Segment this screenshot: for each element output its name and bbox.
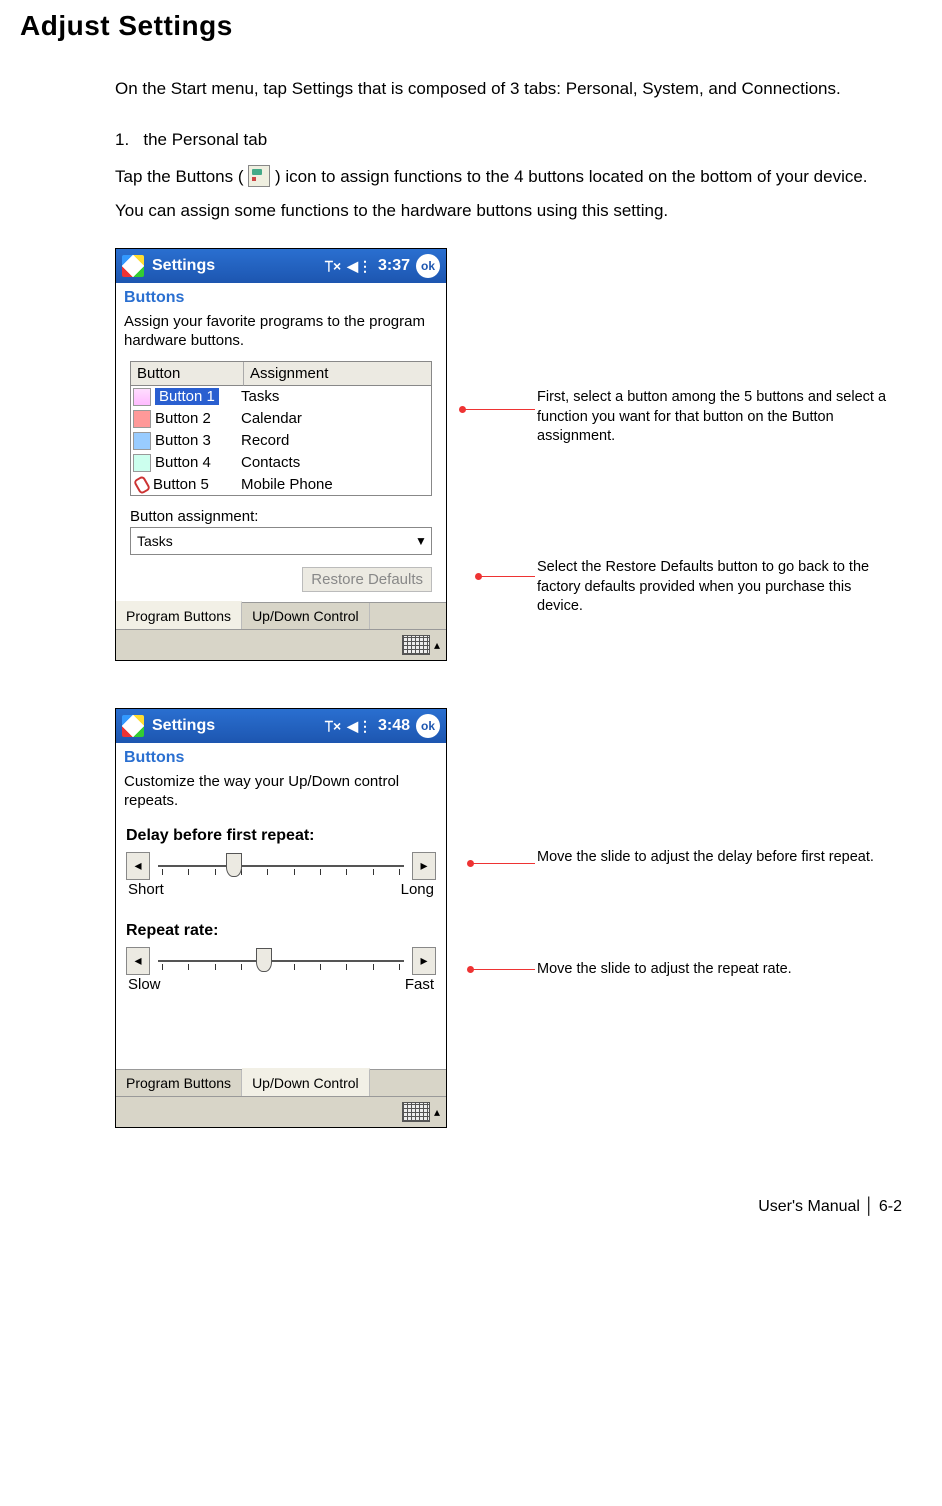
assignment-value: Contacts xyxy=(235,452,431,473)
window-title: Settings xyxy=(152,717,215,735)
signal-icon: ⟙× xyxy=(325,718,341,735)
phone-icon xyxy=(133,476,149,492)
button-name: Button 4 xyxy=(155,454,211,471)
slider-thumb[interactable] xyxy=(226,853,242,877)
screen-description: Assign your favorite programs to the pro… xyxy=(116,311,446,357)
buttons-paragraph: Tap the Buttons ( ) icon to assign funct… xyxy=(115,160,882,228)
title-bar: Settings ⟙× ◀⋮ 3:37 ok xyxy=(116,249,446,283)
slider-left-button[interactable]: ◂ xyxy=(126,947,150,975)
button-name: Button 5 xyxy=(153,476,209,493)
rate-slider[interactable] xyxy=(156,946,406,976)
table-row[interactable]: Button 5 Mobile Phone xyxy=(131,474,431,495)
ok-button[interactable]: ok xyxy=(416,254,440,278)
button-table: Button Assignment Button 1 Tasks Button … xyxy=(130,361,432,496)
intro-paragraph: On the Start menu, tap Settings that is … xyxy=(115,72,882,106)
callout-line xyxy=(471,863,535,864)
assignment-label: Button assignment: xyxy=(116,500,446,527)
delay-min-label: Short xyxy=(128,881,164,898)
callout-select-button: First, select a button among the 5 butto… xyxy=(537,388,892,447)
dropdown-value: Tasks xyxy=(131,533,411,549)
callout-line xyxy=(471,969,535,970)
window-title: Settings xyxy=(152,257,215,275)
contacts-icon xyxy=(133,454,151,472)
screen-description: Customize the way your Up/Down control r… xyxy=(116,771,446,817)
clock: 3:37 xyxy=(378,257,410,275)
slider-right-button[interactable]: ▸ xyxy=(412,947,436,975)
up-caret-icon[interactable]: ▴ xyxy=(434,1105,440,1119)
clock: 3:48 xyxy=(378,717,410,735)
tab-bar: Program Buttons Up/Down Control xyxy=(116,1069,446,1096)
screen-subtitle: Buttons xyxy=(116,283,446,311)
slider-thumb[interactable] xyxy=(256,948,272,972)
calendar-icon xyxy=(133,410,151,428)
record-icon xyxy=(133,432,151,450)
signal-icon: ⟙× xyxy=(325,258,341,275)
callout-delay-slider: Move the slide to adjust the delay befor… xyxy=(537,848,892,868)
volume-icon[interactable]: ◀⋮ xyxy=(347,718,372,735)
page-heading: Adjust Settings xyxy=(20,10,902,42)
callout-rate-slider: Move the slide to adjust the repeat rate… xyxy=(537,960,892,980)
delay-slider[interactable] xyxy=(156,851,406,881)
rate-slider-row: ◂ ▸ xyxy=(116,946,446,976)
screen-subtitle: Buttons xyxy=(116,743,446,771)
assignment-dropdown[interactable]: Tasks ▼ xyxy=(130,527,432,555)
step-number: 1. xyxy=(115,130,129,149)
assignment-value: Mobile Phone xyxy=(235,474,431,495)
keyboard-icon[interactable] xyxy=(402,1102,430,1122)
slider-left-button[interactable]: ◂ xyxy=(126,852,150,880)
tasks-icon xyxy=(133,388,151,406)
col-header-assignment: Assignment xyxy=(244,362,431,386)
assignment-value: Calendar xyxy=(235,408,431,429)
keyboard-icon[interactable] xyxy=(402,635,430,655)
volume-icon[interactable]: ◀⋮ xyxy=(347,258,372,275)
up-caret-icon[interactable]: ▴ xyxy=(434,638,440,652)
rate-label: Repeat rate: xyxy=(116,904,446,946)
table-row[interactable]: Button 1 Tasks xyxy=(131,386,431,408)
button-name: Button 3 xyxy=(155,432,211,449)
tab-program-buttons[interactable]: Program Buttons xyxy=(116,601,242,629)
buttons-icon xyxy=(248,165,270,187)
delay-label: Delay before first repeat: xyxy=(116,817,446,851)
slider-right-button[interactable]: ▸ xyxy=(412,852,436,880)
ok-button[interactable]: ok xyxy=(416,714,440,738)
restore-defaults-button[interactable]: Restore Defaults xyxy=(302,567,432,592)
assignment-value: Tasks xyxy=(235,386,431,407)
delay-slider-row: ◂ ▸ xyxy=(116,851,446,881)
rate-max-label: Fast xyxy=(405,976,434,993)
status-area: ⟙× ◀⋮ 3:37 xyxy=(325,257,410,275)
assignment-value: Record xyxy=(235,430,431,451)
button-name: Button 2 xyxy=(155,410,211,427)
tab-up-down-control[interactable]: Up/Down Control xyxy=(242,1068,370,1096)
title-bar: Settings ⟙× ◀⋮ 3:48 ok xyxy=(116,709,446,743)
col-header-button: Button xyxy=(131,362,244,386)
screenshot-updown-control: Settings ⟙× ◀⋮ 3:48 ok Buttons Customize… xyxy=(115,708,447,1128)
para-part-a: Tap the Buttons ( xyxy=(115,167,244,186)
step-title: the Personal tab xyxy=(143,130,267,149)
button-name: Button 1 xyxy=(155,388,219,405)
table-row[interactable]: Button 3 Record xyxy=(131,430,431,452)
callout-line xyxy=(463,409,535,410)
callout-line xyxy=(479,576,535,577)
page-footer: User's Manual │ 6-2 xyxy=(20,1198,902,1216)
tab-bar: Program Buttons Up/Down Control xyxy=(116,602,446,629)
start-icon[interactable] xyxy=(122,255,144,277)
table-row[interactable]: Button 4 Contacts xyxy=(131,452,431,474)
tab-program-buttons[interactable]: Program Buttons xyxy=(116,1070,242,1096)
callout-restore-defaults: Select the Restore Defaults button to go… xyxy=(537,558,892,617)
status-area: ⟙× ◀⋮ 3:48 xyxy=(325,717,410,735)
start-icon[interactable] xyxy=(122,715,144,737)
bottom-bar: ▴ xyxy=(116,1096,446,1127)
tab-up-down-control[interactable]: Up/Down Control xyxy=(242,603,370,629)
rate-min-label: Slow xyxy=(128,976,161,993)
screenshot-program-buttons: Settings ⟙× ◀⋮ 3:37 ok Buttons Assign yo… xyxy=(115,248,447,661)
step-line: 1. the Personal tab xyxy=(115,123,882,157)
delay-max-label: Long xyxy=(401,881,434,898)
chevron-down-icon: ▼ xyxy=(411,534,431,548)
table-row[interactable]: Button 2 Calendar xyxy=(131,408,431,430)
bottom-bar: ▴ xyxy=(116,629,446,660)
